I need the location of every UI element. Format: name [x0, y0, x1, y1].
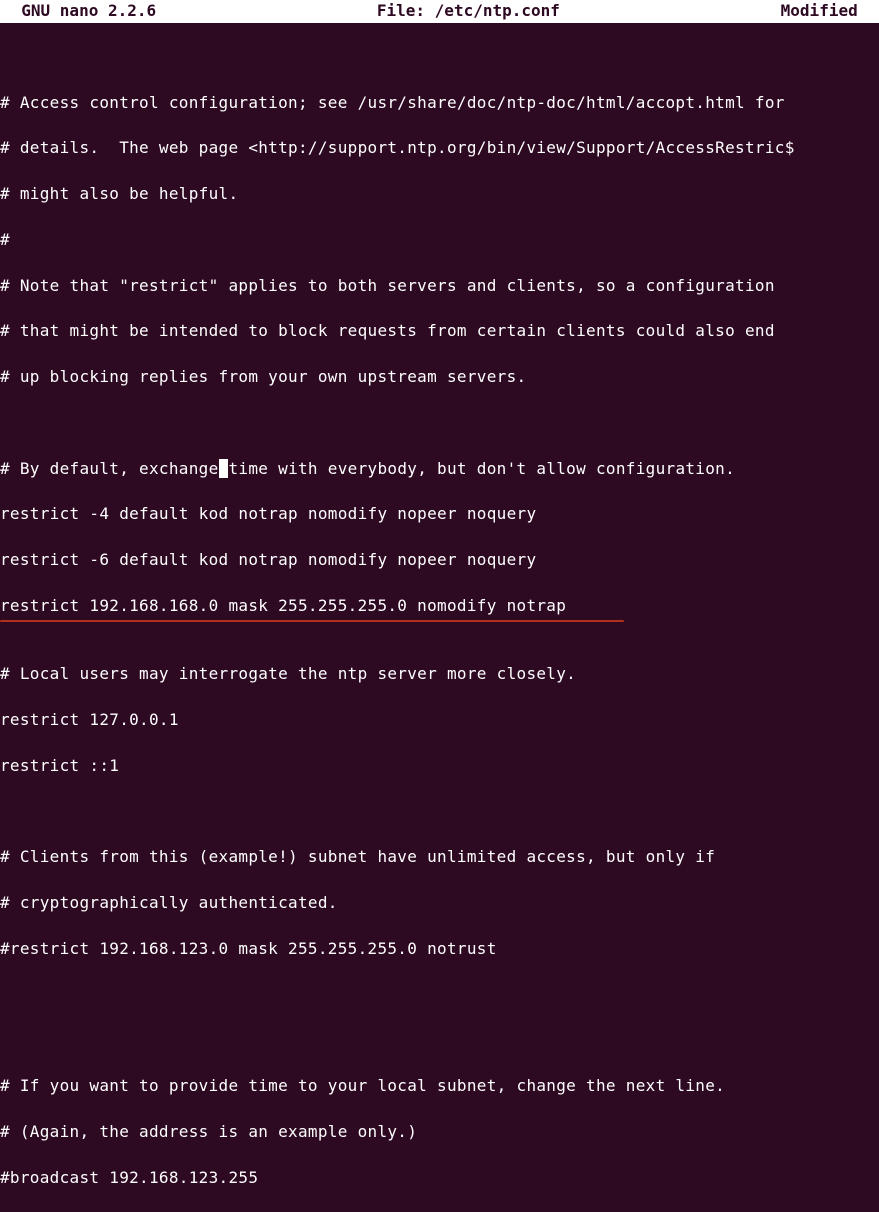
- editor-line: [0, 46, 879, 69]
- editor-line: [0, 801, 879, 824]
- highlighted-text: restrict 192.168.168.0 mask 255.255.255.…: [0, 596, 566, 615]
- editor-line: restrict ::1: [0, 755, 879, 778]
- editor-line: # up blocking replies from your own upst…: [0, 366, 879, 389]
- text-before-cursor: # By default, exchange: [0, 459, 219, 478]
- editor-content[interactable]: # Access control configuration; see /usr…: [0, 23, 879, 1212]
- nano-file-path: File: /etc/ntp.conf: [377, 0, 560, 23]
- editor-line: # details. The web page <http://support.…: [0, 137, 879, 160]
- editor-line: # that might be intended to block reques…: [0, 320, 879, 343]
- nano-title-bar: GNU nano 2.2.6 File: /etc/ntp.conf Modif…: [0, 0, 879, 23]
- editor-line: #broadcast 192.168.123.255: [0, 1167, 879, 1190]
- editor-line: # If you want to provide time to your lo…: [0, 1075, 879, 1098]
- editor-line: [0, 1029, 879, 1052]
- editor-line: restrict 127.0.0.1: [0, 709, 879, 732]
- nano-version: GNU nano 2.2.6: [2, 0, 156, 23]
- editor-line: # cryptographically authenticated.: [0, 892, 879, 915]
- editor-line: # Note that "restrict" applies to both s…: [0, 275, 879, 298]
- editor-line: # might also be helpful.: [0, 183, 879, 206]
- editor-line: # (Again, the address is an example only…: [0, 1121, 879, 1144]
- text-after-cursor: time with everybody, but don't allow con…: [228, 459, 735, 478]
- editor-line: #restrict 192.168.123.0 mask 255.255.255…: [0, 938, 879, 961]
- nano-modified-status: Modified: [781, 0, 877, 23]
- editor-line: restrict -6 default kod notrap nomodify …: [0, 549, 879, 572]
- editor-line: [0, 984, 879, 1007]
- editor-line: # Access control configuration; see /usr…: [0, 92, 879, 115]
- editor-line: [0, 412, 879, 435]
- editor-line: #: [0, 229, 879, 252]
- editor-line: # Local users may interrogate the ntp se…: [0, 663, 879, 686]
- editor-line: # Clients from this (example!) subnet ha…: [0, 846, 879, 869]
- editor-line-highlighted: restrict 192.168.168.0 mask 255.255.255.…: [0, 595, 566, 618]
- text-cursor: [219, 459, 229, 478]
- red-underline-annotation: [0, 620, 624, 622]
- editor-line: restrict -4 default kod notrap nomodify …: [0, 503, 879, 526]
- editor-line-cursor: # By default, exchange time with everybo…: [0, 458, 879, 481]
